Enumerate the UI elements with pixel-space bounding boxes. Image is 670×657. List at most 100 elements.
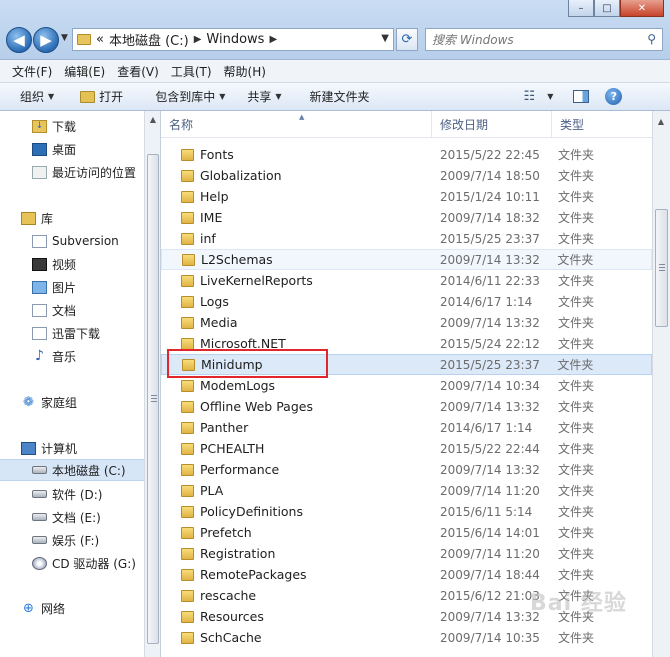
table-row[interactable]: Fonts 2015/5/22 22:45 文件夹 [161,144,652,165]
table-row[interactable]: Prefetch 2015/6/14 14:01 文件夹 [161,522,652,543]
scroll-up-arrow-icon[interactable]: ▲ [653,113,669,129]
file-name-cell: Offline Web Pages [161,399,432,414]
share-label: 共享 [247,90,272,104]
include-in-library-button[interactable]: 包含到库中 ▼ [149,85,231,109]
share-button[interactable]: 共享 ▼ [241,85,287,109]
file-type-cell: 文件夹 [558,442,595,456]
organize-button[interactable]: 组织 ▼ [14,85,60,109]
download-folder-icon: ↓ [32,119,47,133]
address-chevron-icon[interactable]: ▶ [269,34,277,45]
file-type-cell: 文件夹 [557,253,594,267]
column-date-modified[interactable]: 修改日期 [432,111,552,138]
table-row[interactable]: IME 2009/7/14 18:32 文件夹 [161,207,652,228]
address-history-dropdown[interactable]: ▼ [381,33,389,44]
search-box[interactable]: ⚲ [425,28,663,51]
address-overflow[interactable]: « [96,32,104,47]
folder-icon [182,358,195,371]
close-button[interactable]: ✕ [620,0,664,17]
view-details-icon: ☷ [523,89,536,104]
nav-computer[interactable]: 计算机 [0,437,144,459]
table-row[interactable]: inf 2015/5/25 23:37 文件夹 [161,228,652,249]
table-row[interactable]: SchCache 2009/7/14 10:35 文件夹 [161,627,652,648]
nav-drive-e[interactable]: 文档 (E:) [0,506,144,528]
table-row[interactable]: Help 2015/1/24 10:11 文件夹 [161,186,652,207]
minimize-button[interactable]: – [568,0,594,17]
menu-tools[interactable]: 工具(T) [165,63,218,80]
table-row[interactable]: Registration 2009/7/14 11:20 文件夹 [161,543,652,564]
menu-edit[interactable]: 编辑(E) [58,63,111,80]
table-row[interactable]: Logs 2014/6/17 1:14 文件夹 [161,291,652,312]
refresh-button[interactable]: ⟳ [396,28,418,51]
nav-downloads[interactable]: ↓ 下载 [0,115,144,137]
table-row[interactable]: LiveKernelReports 2014/6/11 22:33 文件夹 [161,270,652,291]
menu-help[interactable]: 帮助(H) [218,63,272,80]
nav-music[interactable]: ♪ 音乐 [0,345,144,367]
search-icon[interactable]: ⚲ [647,32,656,46]
column-type[interactable]: 类型 [552,111,652,138]
nav-subversion[interactable]: Subversion [0,230,144,252]
table-row[interactable]: PCHEALTH 2015/5/22 22:44 文件夹 [161,438,652,459]
table-row[interactable]: PolicyDefinitions 2015/6/11 5:14 文件夹 [161,501,652,522]
cd-drive-icon [32,556,47,570]
open-folder-icon [80,90,96,103]
file-list-scrollbar[interactable]: ▲ [652,111,670,657]
folder-icon [181,232,194,245]
nav-network[interactable]: ⊕ 网络 [0,597,144,619]
nav-cd-drive-g[interactable]: CD 驱动器 (G:) [0,552,144,574]
address-segment-windows[interactable]: Windows [206,32,264,47]
file-date-cell: 2015/6/11 5:14 [440,504,533,519]
table-row[interactable]: L2Schemas 2009/7/14 13:32 文件夹 [161,249,652,270]
table-row[interactable]: Panther 2014/6/17 1:14 文件夹 [161,417,652,438]
navigation-scrollbar-thumb[interactable] [147,154,159,644]
nav-drive-d[interactable]: 软件 (D:) [0,483,144,505]
table-row[interactable]: RemotePackages 2009/7/14 18:44 文件夹 [161,564,652,585]
file-name-cell: Logs [161,294,432,309]
nav-desktop[interactable]: 桌面 [0,138,144,160]
address-segment-drive[interactable]: 本地磁盘 (C:) [109,30,189,49]
table-row[interactable]: PLA 2009/7/14 11:20 文件夹 [161,480,652,501]
address-chevron-icon[interactable]: ▶ [194,34,202,45]
address-bar[interactable]: « 本地磁盘 (C:) ▶ Windows ▶ ▼ [72,28,394,51]
menu-view[interactable]: 查看(V) [111,63,165,80]
table-row[interactable]: Minidump 2015/5/25 23:37 文件夹 [161,354,652,375]
table-row[interactable]: ModemLogs 2009/7/14 10:34 文件夹 [161,375,652,396]
change-view-button[interactable]: ☷ ▼ [518,85,560,109]
nav-documents[interactable]: 文档 [0,299,144,321]
preview-pane-button[interactable] [567,85,595,109]
file-date-cell: 2014/6/17 1:14 [440,294,533,309]
table-row[interactable]: Media 2009/7/14 13:32 文件夹 [161,312,652,333]
nav-libraries[interactable]: 库 [0,207,144,229]
nav-videos[interactable]: 视频 [0,253,144,275]
file-name: Microsoft.NET [200,336,286,351]
file-name: L2Schemas [201,252,273,267]
nav-pictures[interactable]: 图片 [0,276,144,298]
table-row[interactable]: Microsoft.NET 2015/5/24 22:12 文件夹 [161,333,652,354]
file-name: Help [200,189,229,204]
search-input[interactable] [426,29,626,50]
nav-thunder-downloads[interactable]: 迅雷下载 [0,322,144,344]
maximize-button[interactable]: □ [594,0,620,17]
back-button[interactable]: ◀ [6,27,32,53]
table-row[interactable]: Performance 2009/7/14 13:32 文件夹 [161,459,652,480]
network-icon: ⊕ [23,600,34,616]
column-name[interactable]: 名称 ▲ [161,111,432,138]
file-type-cell: 文件夹 [558,568,595,582]
menu-file[interactable]: 文件(F) [6,63,58,80]
table-row[interactable]: Offline Web Pages 2009/7/14 13:32 文件夹 [161,396,652,417]
recent-pages-dropdown[interactable]: ▼ [61,33,68,43]
command-bar: 组织 ▼ 打开 包含到库中 ▼ 共享 ▼ 新建文件夹 ☷ ▼ ? [0,83,670,111]
scroll-up-arrow-icon[interactable]: ▲ [145,111,161,127]
folder-icon [181,274,194,287]
navigation-scrollbar[interactable]: ▲ [144,111,161,657]
nav-drive-f[interactable]: 娱乐 (F:) [0,529,144,551]
forward-button[interactable]: ▶ [33,27,59,53]
nav-homegroup[interactable]: ❁ 家庭组 [0,391,144,413]
nav-recent-places[interactable]: 最近访问的位置 [0,161,144,183]
nav-drive-c[interactable]: 本地磁盘 (C:) [0,459,144,481]
table-row[interactable]: Globalization 2009/7/14 18:50 文件夹 [161,165,652,186]
help-button[interactable]: ? [599,85,628,109]
new-folder-button[interactable]: 新建文件夹 [304,85,376,109]
file-list-scrollbar-thumb[interactable] [655,209,668,327]
open-button[interactable]: 打开 [74,85,129,109]
file-type-cell: 文件夹 [558,295,595,309]
